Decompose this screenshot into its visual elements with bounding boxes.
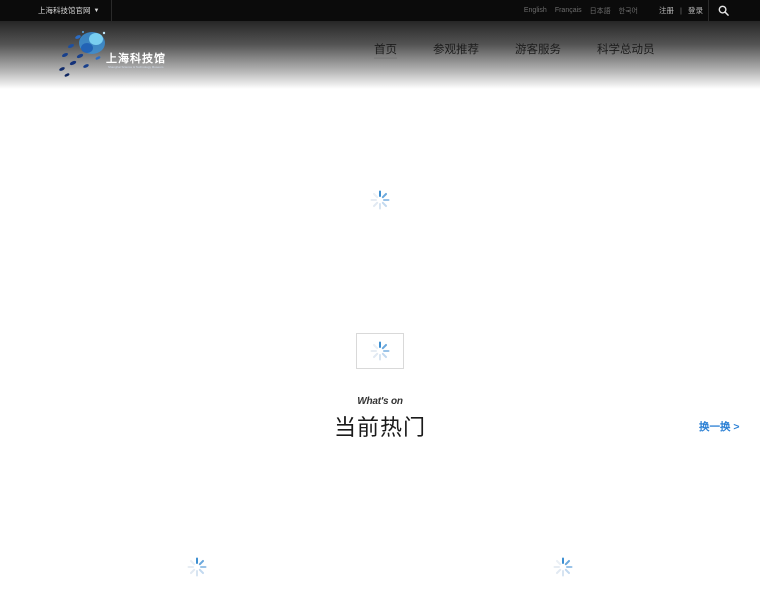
auth-links: 注册 | 登录 — [659, 0, 703, 21]
search-button[interactable] — [708, 0, 738, 21]
nav-item-science-mobilization[interactable]: 科学总动员 — [597, 41, 655, 61]
loading-placeholder-box — [356, 333, 404, 369]
search-icon — [718, 5, 729, 16]
register-link[interactable]: 注册 — [659, 5, 674, 16]
lang-french[interactable]: Français — [555, 7, 582, 14]
logo-text: 上海科技馆 — [106, 53, 166, 65]
auth-separator: | — [680, 6, 682, 15]
site-switch-label: 上海科技馆官网 — [38, 6, 91, 15]
loading-spinner-icon — [370, 341, 390, 361]
nav-item-visitor-services[interactable]: 游客服务 — [515, 41, 561, 61]
section-title: 当前热门 — [333, 415, 426, 440]
refresh-button[interactable]: 换一换 > — [699, 419, 740, 434]
language-switcher: English Français 日本語 한국어 — [524, 0, 638, 21]
section-subtitle: What's on — [357, 396, 403, 407]
loading-spinner-icon — [370, 190, 390, 210]
lang-japanese[interactable]: 日本語 — [590, 6, 611, 16]
loading-spinner-icon — [187, 557, 207, 577]
nav-item-home[interactable]: 首页 — [374, 41, 397, 61]
nav-item-visit-recommendations[interactable]: 参观推荐 — [433, 41, 479, 61]
loading-spinner-icon — [553, 557, 573, 577]
lang-korean[interactable]: 한국어 — [619, 6, 638, 16]
login-link[interactable]: 登录 — [688, 5, 703, 16]
site-header: 上海科技馆 Shanghai Science & Technology Muse… — [0, 21, 760, 89]
top-utility-bar: 上海科技馆官网 ▼ English Français 日本語 한국어 注册 | … — [0, 0, 760, 21]
main-nav: 首页 参观推荐 游客服务 科学总动员 — [374, 41, 691, 61]
site-switch-dropdown[interactable]: 上海科技馆官网 ▼ — [28, 0, 112, 21]
lang-english[interactable]: English — [524, 7, 547, 14]
logo-subtext: Shanghai Science & Technology Museum — [108, 65, 164, 69]
logo-graphic-icon — [59, 31, 106, 77]
caret-down-icon: ▼ — [93, 7, 100, 14]
